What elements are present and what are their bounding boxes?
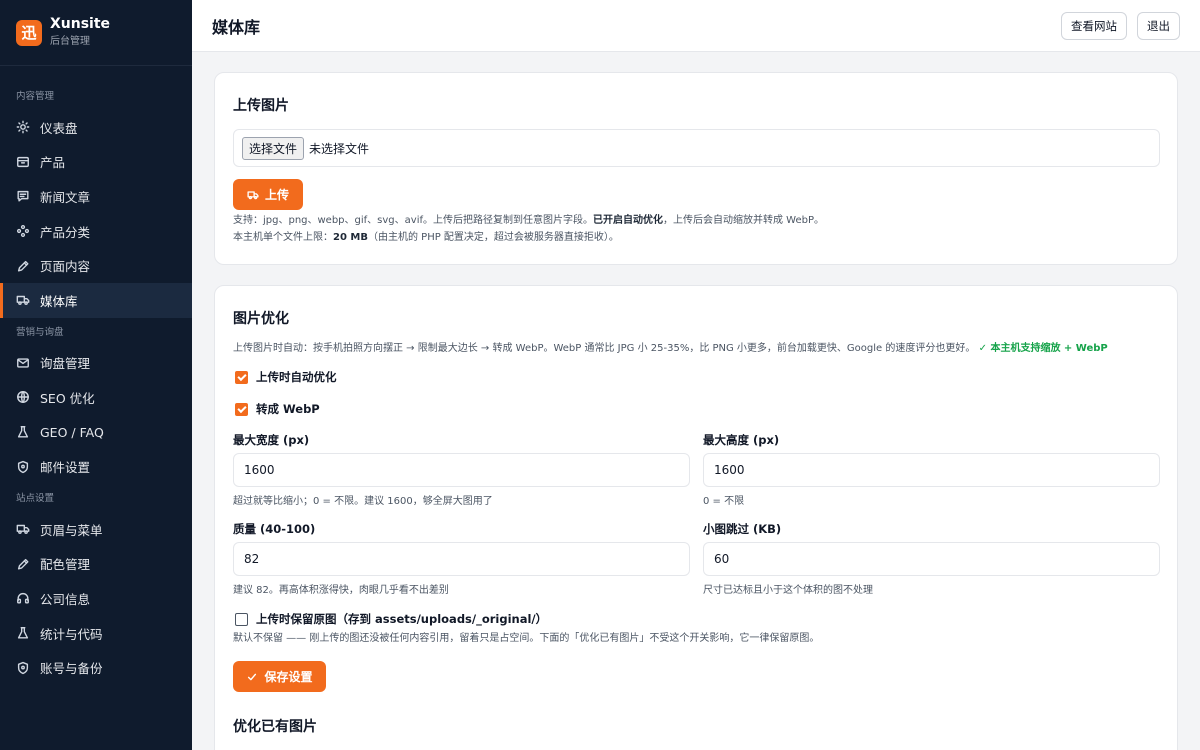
optimize-existing-title: 优化已有图片 — [233, 719, 317, 735]
upload-hint-limit: 本主机单个文件上限：20 MB（由主机的 PHP 配置决定，超过会被服务器直接拒… — [233, 232, 619, 243]
sidebar-item-label: 询盘管理 — [40, 356, 91, 372]
sidebar-item-analytics[interactable]: 统计与代码 — [0, 616, 192, 651]
sidebar-item-header-menu[interactable]: 页眉与菜单 — [0, 512, 192, 547]
view-site-button[interactable]: 查看网站 — [1061, 11, 1127, 40]
message-icon — [16, 189, 30, 203]
sidebar-item-label: 公司信息 — [40, 591, 91, 607]
quality-input[interactable] — [233, 542, 690, 576]
page-title: 媒体库 — [212, 17, 261, 37]
upload-button-label: 上传 — [264, 188, 289, 202]
sun-icon — [16, 120, 30, 134]
logout-button[interactable]: 退出 — [1137, 11, 1180, 40]
max-height-input[interactable] — [703, 453, 1160, 487]
sidebar-item-news[interactable]: 新闻文章 — [0, 179, 192, 214]
auto-optimize-checkbox[interactable]: 上传时自动优化 — [235, 369, 337, 385]
brand[interactable]: 迅 Xunsite 后台管理 — [0, 0, 192, 66]
max-width-input[interactable] — [233, 453, 690, 487]
upload-button[interactable]: 上传 — [233, 179, 303, 210]
truck-icon — [16, 293, 30, 307]
file-input[interactable]: 选择文件 未选择文件 — [233, 129, 1160, 167]
headphones-icon — [16, 591, 30, 605]
sidebar-item-label: 统计与代码 — [40, 626, 103, 642]
flask-icon — [16, 425, 30, 439]
sidebar: 迅 Xunsite 后台管理 内容管理 仪表盘 产品 新闻文章 产品分类 页面内… — [0, 0, 192, 750]
mail-icon — [16, 356, 30, 370]
checkbox-checked[interactable] — [235, 370, 248, 384]
sidebar-item-mail-settings[interactable]: 邮件设置 — [0, 449, 192, 484]
sidebar-item-pages[interactable]: 页面内容 — [0, 248, 192, 283]
nav-section-marketing: 营销与询盘 — [16, 326, 64, 338]
pen-icon — [16, 259, 30, 273]
sidebar-item-colors[interactable]: 配色管理 — [0, 547, 192, 582]
max-height-label: 最大高度 (px) — [703, 433, 780, 447]
max-width-help: 超过就等比缩小；0 = 不限。建议 1600，够全屏大图用了 — [233, 496, 493, 507]
choose-file-button[interactable]: 选择文件 — [242, 136, 305, 160]
support-badge: ✓ 本主机支持缩放 + WebP — [978, 343, 1108, 354]
truck-icon — [16, 522, 30, 536]
max-width-label: 最大宽度 (px) — [233, 433, 310, 447]
topbar: 媒体库 查看网站 退出 — [192, 0, 1200, 52]
webp-checkbox[interactable]: 转成 WebP — [235, 401, 320, 417]
sidebar-item-seo[interactable]: SEO 优化 — [0, 380, 192, 415]
sidebar-item-label: 账号与备份 — [40, 661, 103, 677]
sidebar-item-inquiries[interactable]: 询盘管理 — [0, 346, 192, 381]
sidebar-item-label: GEO / FAQ — [40, 424, 104, 440]
globe-icon — [16, 390, 30, 404]
file-status: 未选择文件 — [309, 141, 370, 156]
max-height-help: 0 = 不限 — [703, 496, 745, 507]
skip-small-label: 小图跳过 (KB) — [703, 522, 782, 536]
sidebar-item-label: 仪表盘 — [40, 120, 78, 136]
upload-hint-formats: 支持：jpg、png、webp、gif、svg、avif。上传后把路径复制到任意… — [233, 215, 825, 226]
sidebar-item-company[interactable]: 公司信息 — [0, 581, 192, 616]
sidebar-item-label: 产品 — [40, 155, 66, 171]
upload-card: 上传图片 选择文件 未选择文件 上传 支持：jpg、png、webp、gif、s… — [214, 72, 1178, 265]
sidebar-item-label: 页眉与菜单 — [40, 522, 103, 538]
box-icon — [16, 155, 30, 169]
sidebar-item-label: 产品分类 — [40, 224, 91, 240]
sidebar-item-geo-faq[interactable]: GEO / FAQ — [0, 415, 192, 450]
sidebar-item-label: SEO 优化 — [40, 390, 95, 406]
quality-help: 建议 82。再高体积涨得快，肉眼几乎看不出差别 — [233, 585, 449, 596]
checkbox-checked[interactable] — [235, 402, 248, 416]
optimize-title: 图片优化 — [233, 311, 289, 327]
sidebar-item-account-backup[interactable]: 账号与备份 — [0, 650, 192, 685]
nav-section-site: 站点设置 — [16, 492, 55, 504]
flask-icon — [16, 626, 30, 640]
sidebar-item-media[interactable]: 媒体库 — [0, 282, 192, 318]
check-icon — [248, 673, 257, 680]
sidebar-item-label: 新闻文章 — [40, 189, 91, 205]
sidebar-item-label: 配色管理 — [40, 557, 91, 573]
sidebar-item-categories[interactable]: 产品分类 — [0, 214, 192, 249]
pen-icon — [16, 557, 30, 571]
auto-optimize-label: 上传时自动优化 — [256, 370, 337, 384]
skip-small-help: 尺寸已达标且小于这个体积的图不处理 — [703, 585, 873, 596]
save-settings-button[interactable]: 保存设置 — [233, 661, 326, 692]
truck-icon — [247, 190, 259, 199]
checkbox-unchecked[interactable] — [235, 612, 248, 626]
brand-name: Xunsite — [50, 16, 111, 32]
keep-original-checkbox[interactable]: 上传时保留原图（存到 assets/uploads/_original/） — [235, 611, 547, 627]
webp-label: 转成 WebP — [256, 402, 320, 416]
save-settings-label: 保存设置 — [264, 670, 313, 684]
grid-dots-icon — [16, 224, 30, 238]
brand-subtitle: 后台管理 — [50, 36, 90, 47]
quality-label: 质量 (40-100) — [233, 522, 316, 536]
sidebar-item-products[interactable]: 产品 — [0, 145, 192, 180]
upload-title: 上传图片 — [233, 98, 289, 114]
brand-logo: 迅 — [16, 19, 42, 46]
sidebar-item-label: 页面内容 — [40, 259, 91, 275]
keep-original-label: 上传时保留原图（存到 assets/uploads/_original/） — [256, 612, 548, 626]
sidebar-item-label: 媒体库 — [40, 293, 78, 309]
sidebar-item-dashboard[interactable]: 仪表盘 — [0, 110, 192, 145]
shield-icon — [16, 661, 30, 675]
skip-small-input[interactable] — [703, 542, 1160, 576]
optimize-description: 上传图片时自动：按手机拍照方向摆正 → 限制最大边长 → 转成 WebP。Web… — [233, 343, 1108, 354]
optimize-card: 图片优化 上传图片时自动：按手机拍照方向摆正 → 限制最大边长 → 转成 Web… — [214, 285, 1178, 750]
keep-original-help: 默认不保留 —— 刚上传的图还没被任何内容引用，留着只是占空间。下面的「优化已有… — [233, 633, 820, 644]
shield-icon — [16, 460, 30, 474]
sidebar-item-label: 邮件设置 — [40, 460, 91, 476]
nav-section-content: 内容管理 — [16, 91, 55, 102]
